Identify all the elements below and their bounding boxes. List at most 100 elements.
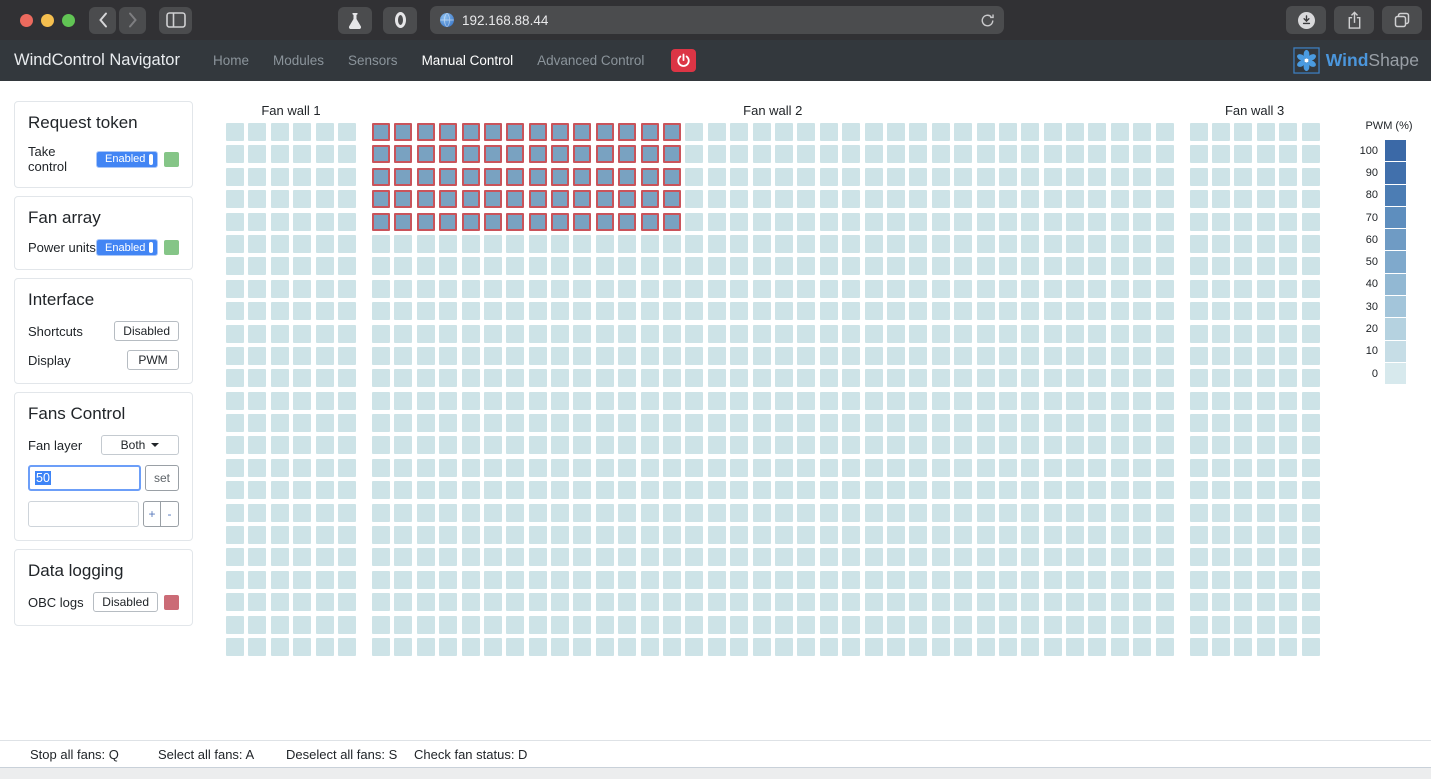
fan-cell[interactable] bbox=[484, 481, 502, 499]
fan-cell[interactable] bbox=[909, 235, 927, 253]
fan-cell[interactable] bbox=[1257, 145, 1275, 163]
fan-cell[interactable] bbox=[842, 190, 860, 208]
fan-cell[interactable] bbox=[1257, 190, 1275, 208]
fan-cell[interactable] bbox=[226, 526, 244, 544]
fan-cell[interactable] bbox=[573, 571, 591, 589]
fan-cell[interactable] bbox=[954, 526, 972, 544]
fan-cell[interactable] bbox=[842, 392, 860, 410]
fan-cell[interactable] bbox=[842, 235, 860, 253]
fan-cell[interactable] bbox=[551, 369, 569, 387]
fan-cell-selected[interactable] bbox=[394, 123, 412, 141]
fan-cell[interactable] bbox=[1257, 213, 1275, 231]
fan-cell[interactable] bbox=[226, 369, 244, 387]
fan-cell[interactable] bbox=[248, 504, 266, 522]
fan-cell[interactable] bbox=[730, 392, 748, 410]
fan-cell[interactable] bbox=[753, 548, 771, 566]
fan-cell[interactable] bbox=[439, 526, 457, 544]
fan-cell[interactable] bbox=[248, 616, 266, 634]
fan-cell[interactable] bbox=[663, 392, 681, 410]
fan-cell[interactable] bbox=[865, 504, 883, 522]
fan-cell[interactable] bbox=[293, 414, 311, 432]
fan-cell[interactable] bbox=[596, 392, 614, 410]
fan-cell[interactable] bbox=[977, 369, 995, 387]
fan-cell[interactable] bbox=[1133, 347, 1151, 365]
fan-cell[interactable] bbox=[248, 369, 266, 387]
fan-cell[interactable] bbox=[1111, 369, 1129, 387]
fan-cell[interactable] bbox=[1133, 213, 1151, 231]
fan-cell[interactable] bbox=[1066, 257, 1084, 275]
fan-cell[interactable] bbox=[439, 616, 457, 634]
fan-cell[interactable] bbox=[551, 280, 569, 298]
fan-cell[interactable] bbox=[529, 235, 547, 253]
fan-cell[interactable] bbox=[1066, 325, 1084, 343]
fan-cell[interactable] bbox=[1257, 257, 1275, 275]
take-control-toggle[interactable]: Enabled bbox=[96, 151, 158, 168]
fan-cell[interactable] bbox=[293, 593, 311, 611]
fan-cell[interactable] bbox=[797, 280, 815, 298]
fan-cell[interactable] bbox=[1279, 235, 1297, 253]
fan-cell[interactable] bbox=[226, 302, 244, 320]
fan-cell[interactable] bbox=[271, 190, 289, 208]
fan-cell[interactable] bbox=[1257, 548, 1275, 566]
fan-cell[interactable] bbox=[1066, 145, 1084, 163]
back-button[interactable] bbox=[89, 7, 116, 34]
fan-cell[interactable] bbox=[316, 392, 334, 410]
fan-cell[interactable] bbox=[1044, 593, 1062, 611]
fan-cell[interactable] bbox=[1111, 548, 1129, 566]
fan-cell[interactable] bbox=[506, 414, 524, 432]
opera-button[interactable] bbox=[383, 7, 417, 34]
fan-cell[interactable] bbox=[1212, 369, 1230, 387]
fan-cell[interactable] bbox=[573, 257, 591, 275]
fan-cell-selected[interactable] bbox=[394, 168, 412, 186]
fan-cell[interactable] bbox=[753, 145, 771, 163]
fan-cell[interactable] bbox=[439, 302, 457, 320]
fan-cell[interactable] bbox=[909, 571, 927, 589]
fan-cell-selected[interactable] bbox=[573, 190, 591, 208]
fan-cell[interactable] bbox=[1212, 302, 1230, 320]
fan-cell[interactable] bbox=[394, 235, 412, 253]
fan-cell[interactable] bbox=[730, 638, 748, 656]
fan-cell[interactable] bbox=[842, 593, 860, 611]
fan-cell[interactable] bbox=[338, 145, 356, 163]
fan-cell[interactable] bbox=[1190, 302, 1208, 320]
fan-cell[interactable] bbox=[1133, 145, 1151, 163]
fan-cell[interactable] bbox=[596, 593, 614, 611]
fan-cell[interactable] bbox=[462, 638, 480, 656]
fan-cell[interactable] bbox=[394, 414, 412, 432]
fan-cell[interactable] bbox=[462, 526, 480, 544]
fan-cell[interactable] bbox=[708, 392, 726, 410]
fan-cell[interactable] bbox=[551, 638, 569, 656]
fan-cell[interactable] bbox=[932, 145, 950, 163]
fan-cell[interactable] bbox=[1212, 616, 1230, 634]
fan-cell[interactable] bbox=[663, 436, 681, 454]
fan-cell[interactable] bbox=[1044, 235, 1062, 253]
fan-cell[interactable] bbox=[932, 548, 950, 566]
fan-cell[interactable] bbox=[293, 548, 311, 566]
fan-cell[interactable] bbox=[1156, 593, 1174, 611]
fan-cell-selected[interactable] bbox=[484, 145, 502, 163]
fan-cell[interactable] bbox=[1234, 325, 1252, 343]
fan-cell[interactable] bbox=[573, 436, 591, 454]
fan-cell[interactable] bbox=[685, 436, 703, 454]
fan-cell[interactable] bbox=[1212, 392, 1230, 410]
fan-cell[interactable] bbox=[293, 123, 311, 141]
fan-cell[interactable] bbox=[685, 123, 703, 141]
fan-cell[interactable] bbox=[417, 280, 435, 298]
fan-cell[interactable] bbox=[439, 347, 457, 365]
fan-cell[interactable] bbox=[887, 145, 905, 163]
fan-cell[interactable] bbox=[775, 414, 793, 432]
fan-cell[interactable] bbox=[248, 302, 266, 320]
fan-cell[interactable] bbox=[1212, 504, 1230, 522]
fan-cell[interactable] bbox=[1088, 481, 1106, 499]
fan-cell[interactable] bbox=[1234, 436, 1252, 454]
fan-cell[interactable] bbox=[1066, 190, 1084, 208]
fan-cell[interactable] bbox=[439, 436, 457, 454]
fan-cell[interactable] bbox=[775, 481, 793, 499]
fan-cell[interactable] bbox=[248, 414, 266, 432]
fan-cell-selected[interactable] bbox=[417, 168, 435, 186]
fan-cell[interactable] bbox=[641, 369, 659, 387]
fan-cell[interactable] bbox=[293, 190, 311, 208]
fan-cell[interactable] bbox=[618, 481, 636, 499]
fan-cell[interactable] bbox=[1279, 213, 1297, 231]
fan-cell[interactable] bbox=[226, 504, 244, 522]
